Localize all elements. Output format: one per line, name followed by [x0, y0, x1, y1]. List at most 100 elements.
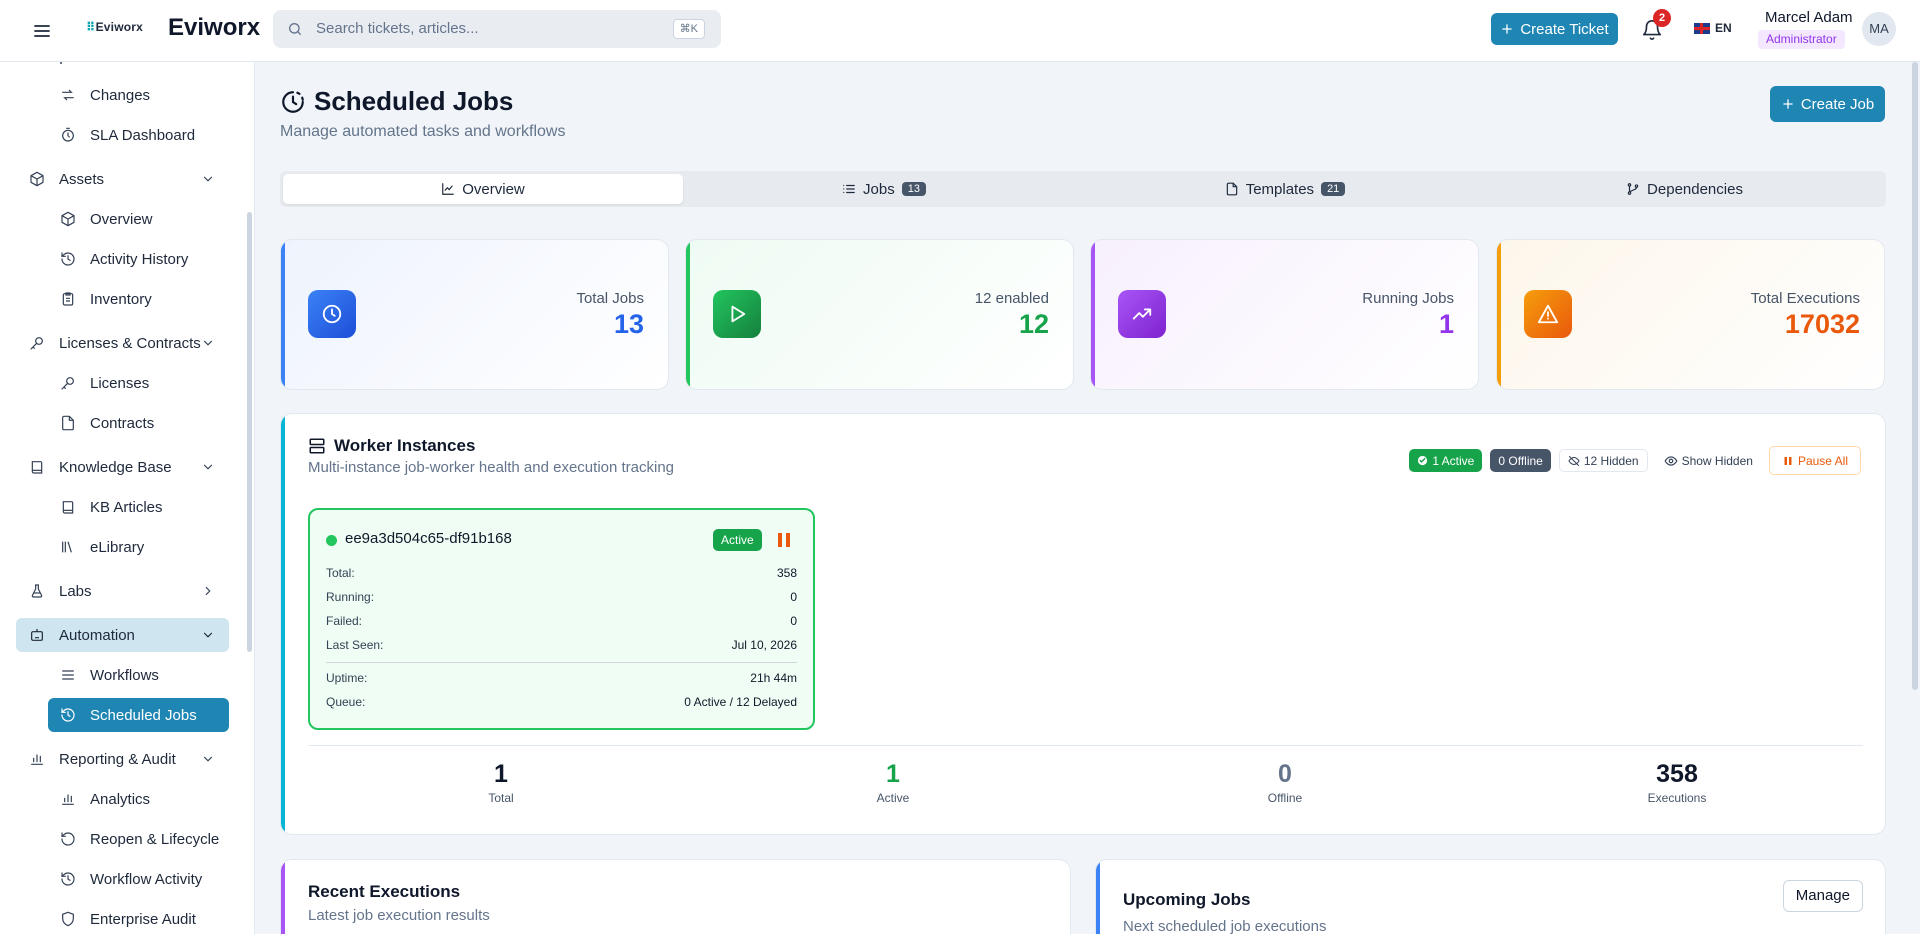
instance-row-failed: Failed: 0: [326, 614, 797, 632]
tab-dependencies[interactable]: Dependencies: [1486, 174, 1883, 204]
logo-badge[interactable]: ⠿Eviworx: [86, 20, 143, 34]
show-hidden-button[interactable]: Show Hidden: [1656, 449, 1761, 472]
row-value: 0 Active / 12 Delayed: [684, 695, 797, 709]
create-job-button[interactable]: Create Job: [1770, 86, 1885, 122]
accent-bar: [281, 860, 285, 934]
active-count-badge: 1 Active: [1409, 449, 1483, 472]
sidebar-item-reopen-lifecycle[interactable]: Reopen & Lifecycle: [48, 822, 229, 856]
menu-icon[interactable]: [30, 19, 54, 43]
pause-all-button[interactable]: Pause All: [1768, 446, 1861, 475]
uk-flag-icon: [1694, 22, 1710, 34]
sidebar-item-analytics[interactable]: Analytics: [48, 782, 229, 816]
sidebar-group-licenses-contracts[interactable]: Licenses & Contracts: [16, 326, 229, 360]
flask-icon: [28, 582, 46, 600]
sidebar-group-labs[interactable]: Labs: [16, 574, 229, 608]
row-label: Running:: [326, 590, 375, 604]
sidebar-item-licenses[interactable]: Licenses: [48, 366, 229, 400]
clipboard-icon: [59, 290, 77, 308]
tab-overview[interactable]: Overview: [283, 174, 683, 204]
sidebar-scrollbar[interactable]: [247, 212, 252, 652]
logo-dots-icon: ⠿: [86, 20, 96, 34]
worker-subtitle: Multi-instance job-worker health and exe…: [308, 459, 675, 476]
status-badge: Active: [713, 529, 762, 551]
timer-icon: [59, 126, 77, 144]
sidebar-item-label: eLibrary: [90, 538, 145, 556]
main-content: Scheduled Jobs Manage automated tasks an…: [256, 62, 1920, 934]
sidebar-item-enterprise-audit[interactable]: Enterprise Audit: [48, 902, 229, 934]
instance-row-queue: Queue: 0 Active / 12 Delayed: [326, 695, 797, 713]
git-branch-icon: [1626, 182, 1640, 196]
page-title: Scheduled Jobs: [280, 86, 513, 117]
sidebar-item-inventory[interactable]: Inventory: [48, 282, 229, 316]
accent-bar: [686, 240, 690, 389]
summary-value: 1: [494, 760, 508, 788]
sidebar-item-sla-dashboard[interactable]: SLA Dashboard: [48, 118, 229, 152]
avatar[interactable]: MA: [1862, 12, 1896, 46]
history-icon: [59, 870, 77, 888]
worker-title: Worker Instances: [308, 436, 475, 456]
check-circle-icon: [1417, 455, 1428, 466]
stat-card-enabled: 12 enabled 12: [685, 239, 1074, 390]
top-header: ⠿Eviworx Eviworx Search tickets, article…: [0, 0, 1920, 62]
sidebar-item-label: Knowledge Base: [59, 458, 172, 476]
worker-instance-card[interactable]: ee9a3d504c65-df91b168 Active Total: 358 R…: [308, 508, 815, 730]
sidebar-item-workflows[interactable]: Workflows: [48, 658, 229, 692]
search-icon: [287, 21, 303, 37]
row-value: 21h 44m: [750, 671, 797, 685]
stat-value: 1: [1438, 309, 1454, 339]
page-scrollbar[interactable]: [1912, 62, 1918, 690]
create-ticket-button[interactable]: Create Ticket: [1491, 13, 1618, 45]
sidebar-item-scheduled-jobs[interactable]: Scheduled Jobs: [48, 698, 229, 732]
row-label: Total:: [326, 566, 355, 580]
sidebar-item-label: Reopen & Lifecycle: [90, 830, 220, 848]
chevron-down-icon: [201, 752, 215, 766]
summary-label: Active: [876, 791, 910, 805]
search-placeholder: Search tickets, articles...: [316, 20, 479, 37]
badge-text: 1 Active: [1432, 453, 1475, 468]
search-input[interactable]: Search tickets, articles... ⌘K: [273, 10, 721, 48]
instance-row-running: Running: 0: [326, 590, 797, 608]
sidebar-group-automation[interactable]: Automation: [16, 618, 229, 652]
line-chart-icon: [441, 182, 455, 196]
row-label: Last Seen:: [326, 638, 384, 652]
sidebar-item-changes[interactable]: Changes: [48, 78, 229, 112]
pause-icon[interactable]: [778, 533, 790, 547]
tab-jobs[interactable]: Jobs 13: [684, 174, 1084, 204]
language-selector[interactable]: EN: [1694, 21, 1732, 35]
tab-count-badge: 13: [901, 182, 926, 196]
chevron-down-icon: [201, 460, 215, 474]
summary-offline: 0 Offline: [1225, 760, 1345, 805]
sidebar-item-label: Contracts: [90, 414, 155, 432]
clock-icon: [308, 290, 356, 338]
summary-value: 1: [886, 760, 900, 788]
sidebar-item-contracts[interactable]: Contracts: [48, 406, 229, 440]
sidebar-group-knowledge-base[interactable]: Knowledge Base: [16, 450, 229, 484]
sidebar-item-activity-history[interactable]: Activity History: [48, 242, 229, 276]
worker-badges: 1 Active 0 Offline 12 Hidden Show Hidden…: [1409, 446, 1861, 475]
sidebar-item-label: Analytics: [90, 790, 151, 808]
recent-executions-title: Recent Executions: [308, 882, 461, 901]
collapsed-item-remnant: [60, 62, 68, 64]
manage-button[interactable]: Manage: [1782, 880, 1863, 912]
sidebar-group-assets[interactable]: Assets: [16, 162, 229, 196]
app-name[interactable]: Eviworx: [168, 14, 260, 42]
file-icon: [59, 414, 77, 432]
pause-icon: [1782, 455, 1794, 467]
upcoming-jobs-title: Upcoming Jobs: [1123, 890, 1251, 909]
sidebar-item-workflow-activity[interactable]: Workflow Activity: [48, 862, 229, 896]
worker-instances-card: Worker Instances Multi-instance job-work…: [280, 413, 1886, 835]
tab-templates[interactable]: Templates 21: [1085, 174, 1485, 204]
divider: [308, 745, 1863, 746]
sidebar-item-assets-overview[interactable]: Overview: [48, 202, 229, 236]
accent-bar: [1497, 240, 1501, 389]
sidebar-item-label: Workflows: [90, 666, 159, 684]
recent-executions-subtitle: Latest job execution results: [308, 907, 490, 924]
stat-label: Total Executions: [1750, 290, 1860, 307]
changes-icon: [59, 86, 77, 104]
row-value: 0: [790, 590, 797, 604]
sidebar-item-kb-articles[interactable]: KB Articles: [48, 490, 229, 524]
badge-text: 12 Hidden: [1583, 453, 1639, 468]
row-value: 358: [776, 566, 797, 580]
sidebar-item-elibrary[interactable]: eLibrary: [48, 530, 229, 564]
sidebar-group-reporting-audit[interactable]: Reporting & Audit: [16, 742, 229, 776]
